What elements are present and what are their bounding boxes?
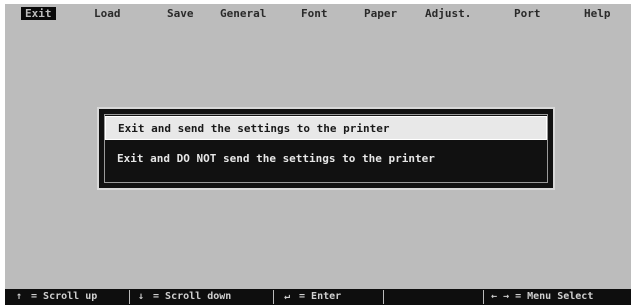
menu-help[interactable]: Help <box>584 7 611 20</box>
menu-adjust[interactable]: Adjust. <box>425 7 471 20</box>
enter-key-icon: ↵ <box>283 291 291 302</box>
enter-hint: ↵ = Enter <box>281 289 341 305</box>
menu-select-label: = Menu Select <box>509 291 594 302</box>
menu-exit[interactable]: Exit <box>21 7 56 20</box>
arrow-left-right-icon: ← → <box>491 291 510 302</box>
status-divider <box>129 290 130 304</box>
arrow-up-icon: ↑ <box>15 291 23 302</box>
status-divider <box>483 290 484 304</box>
status-divider <box>273 290 274 304</box>
menu-save[interactable]: Save <box>167 7 194 20</box>
scroll-up-label: = Scroll up <box>25 291 98 302</box>
exit-send-settings-option[interactable]: Exit and send the settings to the printe… <box>105 116 547 140</box>
menu-general[interactable]: General <box>220 7 266 20</box>
exit-dialog: Exit and send the settings to the printe… <box>97 107 555 190</box>
status-divider <box>383 290 384 304</box>
menu-select-hint: ← → = Menu Select <box>491 289 593 305</box>
status-bar: ↑ = Scroll up ↓ = Scroll down ↵ = Enter … <box>5 289 631 305</box>
enter-label: = Enter <box>293 291 342 302</box>
menu-load[interactable]: Load <box>94 7 121 20</box>
menu-port[interactable]: Port <box>514 7 541 20</box>
scroll-down-label: = Scroll down <box>147 291 232 302</box>
menu-font[interactable]: Font <box>301 7 328 20</box>
menu-bar: Exit Load Save General Font Paper Adjust… <box>5 4 631 23</box>
menu-paper[interactable]: Paper <box>364 7 397 20</box>
scroll-up-hint: ↑ = Scroll up <box>13 289 97 305</box>
scroll-down-hint: ↓ = Scroll down <box>135 289 231 305</box>
exit-no-send-option[interactable]: Exit and DO NOT send the settings to the… <box>105 147 547 171</box>
dos-screen: Exit Load Save General Font Paper Adjust… <box>5 4 631 305</box>
arrow-down-icon: ↓ <box>137 291 145 302</box>
